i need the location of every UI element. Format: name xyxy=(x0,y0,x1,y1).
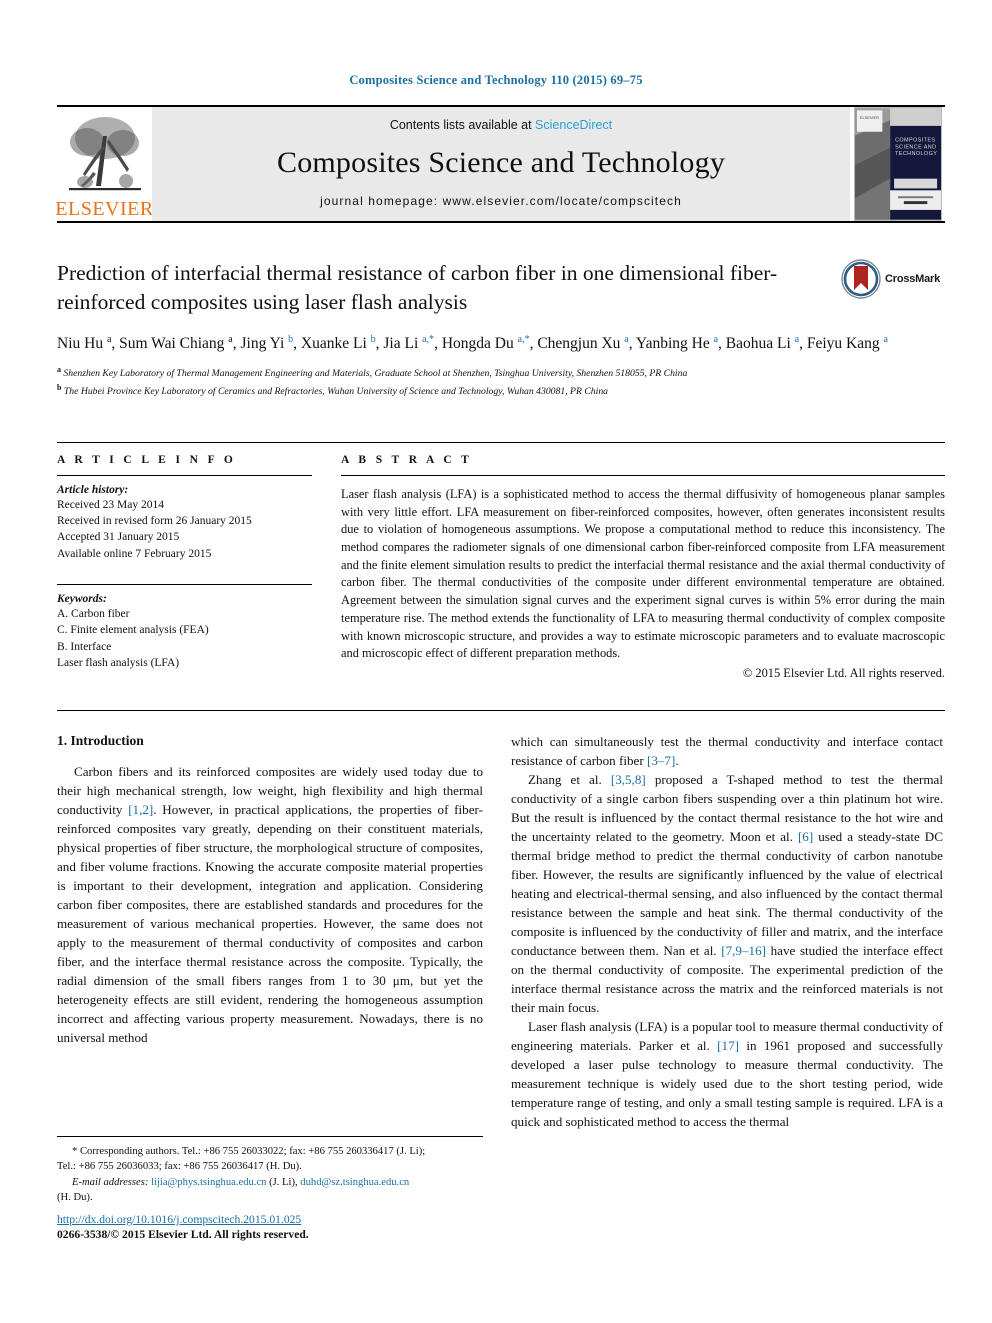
crossmark-label: CrossMark xyxy=(885,273,941,285)
paper-title: Prediction of interfacial thermal resist… xyxy=(57,261,778,314)
elsevier-tree-icon xyxy=(68,117,141,191)
intro-paragraph-right-2: Zhang et al. [3,5,8] proposed a T-shaped… xyxy=(511,772,943,1015)
citation-ref[interactable]: [17] xyxy=(717,1038,739,1053)
footnote-email-suffix: (H. Du). xyxy=(57,1192,93,1204)
info-abstract-block: A R T I C L E I N F O Article history: R… xyxy=(57,441,945,681)
journal-title: Composites Science and Technology xyxy=(276,146,726,179)
keywords-label: Keywords: xyxy=(57,593,107,606)
keyword-4: Laser flash analysis (LFA) xyxy=(57,657,180,670)
body-column-left: 1. Introduction Carbon fibers and its re… xyxy=(57,733,483,1132)
svg-text:ELSEVIER: ELSEVIER xyxy=(859,115,878,120)
body-columns: 1. Introduction Carbon fibers and its re… xyxy=(57,710,945,1132)
title-area: Prediction of interfacial thermal resist… xyxy=(57,259,945,400)
paper-page: Composites Science and Technology 110 (2… xyxy=(0,0,992,1323)
journal-cover-thumbnail: ELSEVIER COMPOSITES SCIENCE AND TECHNOLO… xyxy=(853,107,942,221)
affiliations: a Shenzhen Key Laboratory of Thermal Man… xyxy=(57,364,945,400)
doi-block: http://dx.doi.org/10.1016/j.compscitech.… xyxy=(57,1213,507,1243)
affiliation-a-text: Shenzhen Key Laboratory of Thermal Manag… xyxy=(63,368,688,380)
article-info-rule xyxy=(57,474,312,476)
history-online: Available online 7 February 2015 xyxy=(57,547,212,560)
section-title-introduction: 1. Introduction xyxy=(57,733,144,749)
contents-available-line: Contents lists available at ScienceDirec… xyxy=(390,118,612,132)
crossmark-icon xyxy=(841,259,881,299)
author-list: Niu Hu a, Sum Wai Chiang a, Jing Yi b, X… xyxy=(57,333,888,352)
issn-copyright-line: 0266-3538/© 2015 Elsevier Ltd. All right… xyxy=(57,1228,309,1242)
footnote-corresponding-line1: * Corresponding authors. Tel.: +86 755 2… xyxy=(72,1146,426,1157)
affiliation-a: a Shenzhen Key Laboratory of Thermal Man… xyxy=(57,365,688,380)
footnote-corresponding-line2: Tel.: +86 755 26036033; fax: +86 755 260… xyxy=(57,1161,302,1173)
article-info-heading: A R T I C L E I N F O xyxy=(57,453,237,466)
masthead-center: Contents lists available at ScienceDirec… xyxy=(152,107,850,221)
doi-link[interactable]: http://dx.doi.org/10.1016/j.compscitech.… xyxy=(57,1213,507,1227)
keywords-rule xyxy=(57,584,312,586)
article-info-column: A R T I C L E I N F O Article history: R… xyxy=(57,443,334,681)
citation-ref[interactable]: [3–7] xyxy=(647,753,675,768)
abstract-rule xyxy=(341,474,945,476)
crossmark-badge-group[interactable]: CrossMark xyxy=(841,257,945,301)
intro-paragraph-right-1: which can simultaneously test the therma… xyxy=(511,734,943,769)
abstract-copyright: © 2015 Elsevier Ltd. All rights reserved… xyxy=(742,666,945,681)
email-addresses-label: E-mail addresses: xyxy=(72,1176,149,1188)
svg-text:SCIENCE AND: SCIENCE AND xyxy=(895,144,936,150)
keyword-2: C. Finite element analysis (FEA) xyxy=(57,624,209,637)
svg-text:TECHNOLOGY: TECHNOLOGY xyxy=(895,151,937,157)
history-received: Received 23 May 2014 xyxy=(57,498,164,511)
citation-ref[interactable]: [3,5,8] xyxy=(611,772,646,787)
citation-ref[interactable]: [1,2] xyxy=(128,802,153,817)
journal-homepage-link[interactable]: journal homepage: www.elsevier.com/locat… xyxy=(320,194,682,208)
intro-paragraph-right-3: Laser flash analysis (LFA) is a popular … xyxy=(511,1018,943,1129)
elsevier-logo: ELSEVIER xyxy=(55,107,154,221)
footnote-emails: E-mail addresses: lijia@phys.tsinghua.ed… xyxy=(57,1175,483,1190)
running-head: Composites Science and Technology 110 (2… xyxy=(349,73,643,87)
history-accepted: Accepted 31 January 2015 xyxy=(57,531,180,544)
abstract-column: A B S T R A C T Laser flash analysis (LF… xyxy=(334,443,945,681)
citation-ref[interactable]: [7,9–16] xyxy=(721,943,766,958)
email-link-duhd[interactable]: duhd@sz.tsinghua.edu.cn xyxy=(300,1177,409,1188)
abstract-heading: A B S T R A C T xyxy=(341,453,473,466)
email-1-suffix: (J. Li), xyxy=(266,1176,298,1188)
history-revised: Received in revised form 26 January 2015 xyxy=(57,515,252,528)
intro-paragraph-left: Carbon fibers and its reinforced composi… xyxy=(57,764,483,1045)
corresponding-author-footnote: * Corresponding authors. Tel.: +86 755 2… xyxy=(57,1136,483,1205)
email-link-lijia[interactable]: lijia@phys.tsinghua.edu.cn xyxy=(151,1177,266,1188)
keyword-1: A. Carbon fiber xyxy=(57,608,130,621)
body-column-right: which can simultaneously test the therma… xyxy=(511,733,943,1132)
journal-masthead: ELSEVIER Contents lists available at Sci… xyxy=(55,105,945,223)
affiliation-b-text: The Hubei Province Key Laboratory of Cer… xyxy=(63,386,609,398)
contents-prefix: Contents lists available at xyxy=(389,118,536,132)
elsevier-wordmark: ELSEVIER xyxy=(55,198,154,220)
svg-text:COMPOSITES: COMPOSITES xyxy=(895,138,935,144)
affiliation-b: b The Hubei Province Key Laboratory of C… xyxy=(57,383,609,398)
abstract-text: Laser flash analysis (LFA) is a sophisti… xyxy=(341,486,945,661)
sciencedirect-link[interactable]: ScienceDirect xyxy=(535,118,612,132)
journal-cover-container: ELSEVIER COMPOSITES SCIENCE AND TECHNOLO… xyxy=(850,107,945,221)
citation-ref[interactable]: [6] xyxy=(798,829,813,844)
keyword-3: B. Interface xyxy=(57,640,112,653)
article-history-label: Article history: xyxy=(57,483,129,496)
